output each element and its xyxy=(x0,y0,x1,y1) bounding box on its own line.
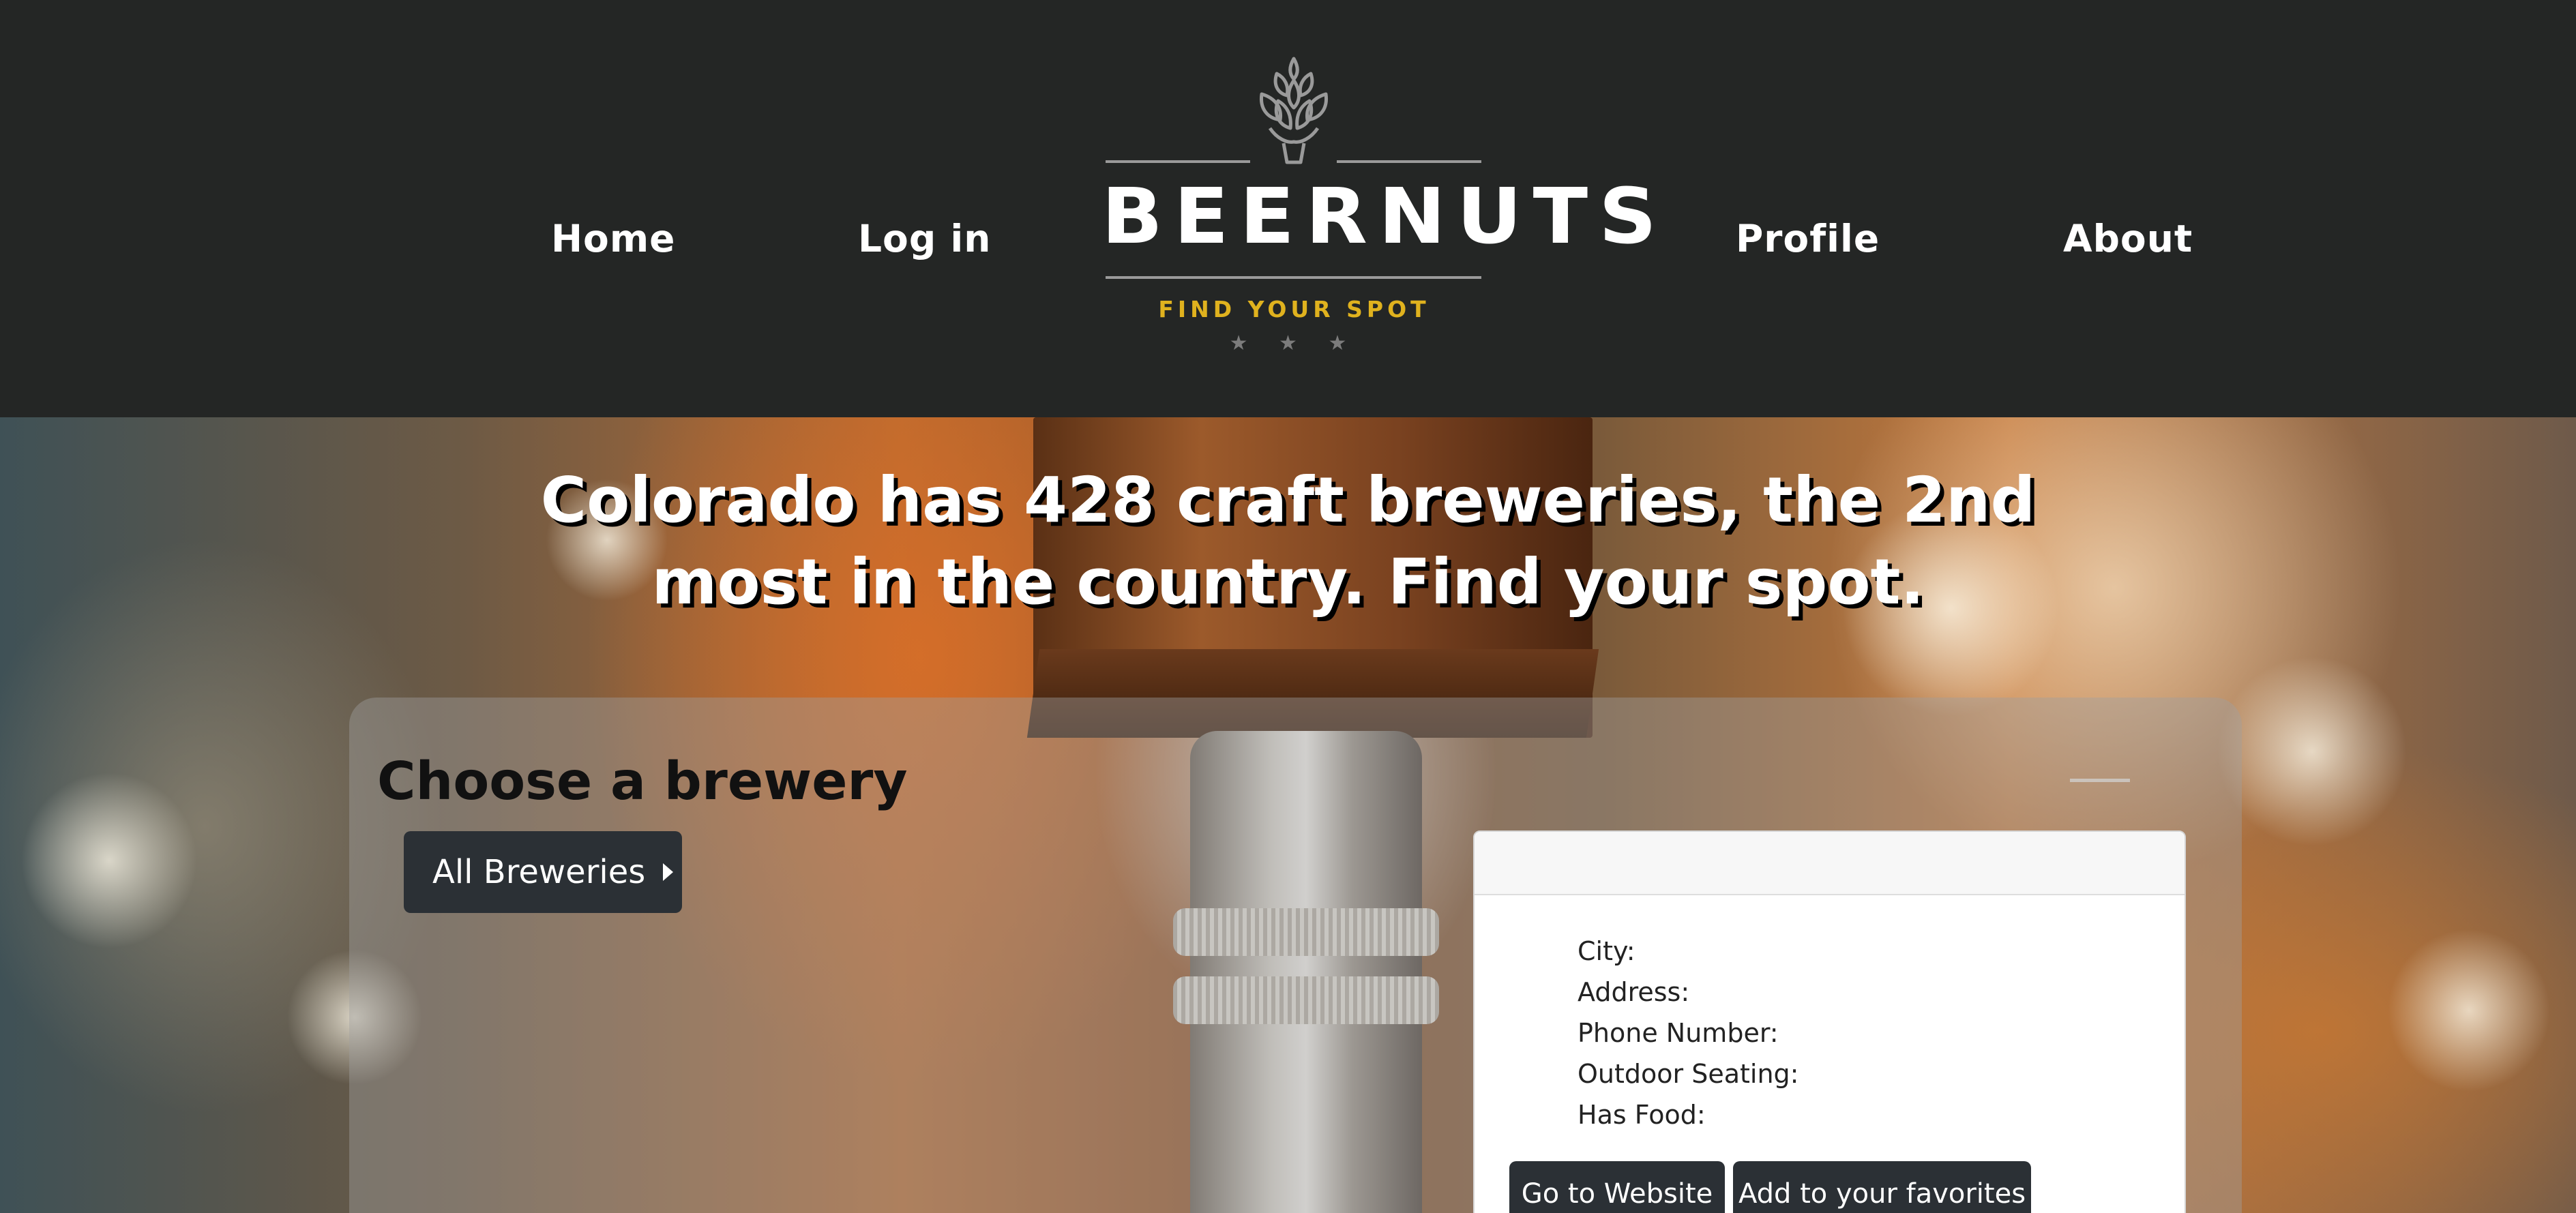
caret-right-icon xyxy=(663,863,674,881)
logo-divider xyxy=(1337,160,1481,163)
outdoor-seating-label: Outdoor Seating: xyxy=(1578,1059,1799,1089)
bokeh-light xyxy=(20,772,198,949)
logo-tagline: FIND YOUR SPOT xyxy=(1158,296,1430,323)
choose-brewery-heading: Choose a brewery xyxy=(377,751,908,812)
all-breweries-dropdown[interactable]: All Breweries xyxy=(404,831,682,913)
bokeh-light xyxy=(2387,929,2551,1092)
brewery-details-card: City: Address: Phone Number: Outdoor Sea… xyxy=(1473,830,2186,1213)
nav-home-link[interactable]: Home xyxy=(551,217,675,260)
hero-title: Colorado has 428 craft breweries, the 2n… xyxy=(540,464,2036,618)
logo-wordmark: BEERNUTS xyxy=(1101,171,1668,261)
site-header: Home Log in BEERNUTS FIND YOUR SPOT ★ ★ … xyxy=(0,0,2576,417)
has-food-label: Has Food: xyxy=(1578,1100,1706,1130)
hop-cone-icon xyxy=(1259,57,1329,164)
logo-divider xyxy=(1106,276,1481,279)
go-to-website-button[interactable]: Go to Website xyxy=(1509,1161,1725,1213)
address-label: Address: xyxy=(1578,977,1690,1007)
add-to-favorites-button[interactable]: Add to your favorites xyxy=(1733,1161,2031,1213)
nav-about-link[interactable]: About xyxy=(2063,217,2193,260)
card-header xyxy=(1475,832,2185,895)
logo-stars: ★ ★ ★ xyxy=(1229,331,1359,355)
phone-label: Phone Number: xyxy=(1578,1018,1779,1048)
all-breweries-label: All Breweries xyxy=(432,853,646,891)
nav-profile-link[interactable]: Profile xyxy=(1736,217,1880,260)
bokeh-light xyxy=(2217,656,2408,847)
beernuts-logo[interactable]: BEERNUTS FIND YOUR SPOT ★ ★ ★ xyxy=(1101,53,1668,363)
city-label: City: xyxy=(1578,936,1635,966)
nav-login-link[interactable]: Log in xyxy=(858,217,991,260)
logo-divider xyxy=(1106,160,1250,163)
panel-decoration xyxy=(2070,779,2130,782)
